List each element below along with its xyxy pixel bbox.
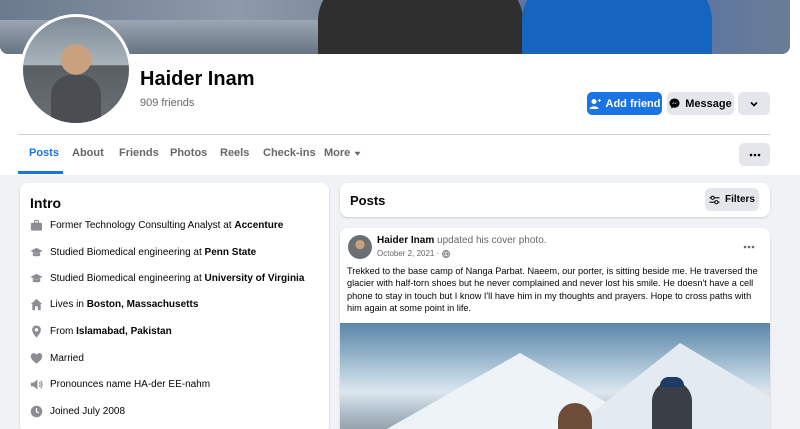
intro-item-text: Pronounces name HA-der EE-nahm: [50, 379, 211, 390]
tab-posts[interactable]: Posts: [29, 147, 59, 159]
post-body-text: Trekked to the base camp of Nanga Parbat…: [347, 266, 758, 314]
message-button[interactable]: Message: [667, 92, 734, 115]
intro-item-pronunciation: Pronounces name HA-der EE-nahm: [30, 378, 210, 391]
globe-icon: [442, 249, 451, 258]
post-meta: October 2, 2021 ·: [377, 249, 451, 258]
tab-friends[interactable]: Friends: [119, 147, 159, 159]
intro-item-work: Former Technology Consulting Analyst at …: [30, 219, 283, 232]
message-label: Message: [685, 97, 732, 110]
cover-person-right: [522, 0, 712, 54]
photo-person-porter: [558, 403, 592, 429]
messenger-icon: [669, 98, 680, 109]
speaker-icon: [30, 379, 43, 390]
tab-more-label: More: [324, 147, 351, 159]
tab-reels[interactable]: Reels: [220, 147, 249, 159]
photo-person-author: [652, 377, 692, 429]
intro-item-education-psu: Studied Biomedical engineering at Penn S…: [30, 246, 256, 259]
posts-section-title: Posts: [350, 193, 386, 208]
intro-item-text: Studied Biomedical engineering at Penn S…: [50, 247, 257, 258]
filters-label: Filters: [724, 194, 755, 205]
location-pin-icon: [32, 325, 41, 338]
tab-check-ins[interactable]: Check-ins: [263, 147, 316, 159]
profile-options-button[interactable]: [738, 92, 770, 115]
tab-more[interactable]: More: [324, 147, 361, 159]
graduation-cap-icon: [30, 273, 43, 283]
post-options-button[interactable]: [743, 238, 755, 252]
header-divider: [18, 134, 770, 135]
post-date[interactable]: October 2, 2021 ·: [377, 249, 439, 258]
intro-item-text: Former Technology Consulting Analyst at …: [50, 220, 284, 231]
chevron-down-icon: [750, 101, 758, 107]
intro-item-text: From Islamabad, Pakistan: [50, 326, 172, 337]
profile-avatar[interactable]: [20, 14, 132, 126]
intro-card: Intro Former Technology Consulting Analy…: [20, 183, 329, 429]
intro-item-relationship: Married: [30, 352, 84, 365]
intro-item-lives-in: Lives in Boston, Massachusetts: [30, 298, 198, 311]
sliders-icon: [709, 195, 720, 204]
intro-item-text: Lives in Boston, Massachusetts: [50, 299, 199, 310]
post-action-text: updated his cover photo.: [434, 235, 547, 246]
add-person-icon: [589, 98, 601, 109]
post-card: Haider Inam updated his cover photo. Oct…: [340, 228, 770, 429]
post-author-avatar[interactable]: [348, 235, 372, 259]
post-header-line: Haider Inam updated his cover photo.: [377, 235, 547, 246]
intro-item-education-uva: Studied Biomedical engineering at Univer…: [30, 272, 304, 285]
tab-about[interactable]: About: [72, 147, 104, 159]
caret-down-icon: [354, 151, 361, 156]
intro-item-from: From Islamabad, Pakistan: [30, 325, 172, 338]
intro-item-text: Married: [50, 353, 84, 364]
avatar-image: [23, 17, 129, 123]
active-tab-indicator: [18, 171, 63, 174]
cover-person-left: [318, 0, 523, 54]
intro-item-text: Studied Biomedical engineering at Univer…: [50, 273, 305, 284]
clock-icon: [30, 405, 43, 418]
intro-title: Intro: [30, 195, 62, 211]
intro-item-joined: Joined July 2008: [30, 405, 125, 418]
tab-photos[interactable]: Photos: [170, 147, 207, 159]
intro-item-text: Joined July 2008: [50, 406, 126, 417]
briefcase-icon: [30, 219, 43, 231]
ellipsis-icon: [743, 245, 755, 249]
profile-name: Haider Inam: [140, 68, 255, 90]
post-photo[interactable]: [340, 323, 770, 429]
home-icon: [30, 298, 43, 311]
more-options-button[interactable]: [739, 143, 770, 166]
graduation-cap-icon: [30, 247, 43, 257]
heart-icon: [30, 353, 43, 364]
friends-count[interactable]: 909 friends: [140, 97, 194, 109]
post-author-name[interactable]: Haider Inam: [377, 235, 434, 246]
add-friend-button[interactable]: Add friend: [587, 92, 662, 115]
filters-button[interactable]: Filters: [705, 188, 759, 211]
add-friend-label: Add friend: [605, 97, 661, 110]
ellipsis-icon: [749, 153, 760, 156]
